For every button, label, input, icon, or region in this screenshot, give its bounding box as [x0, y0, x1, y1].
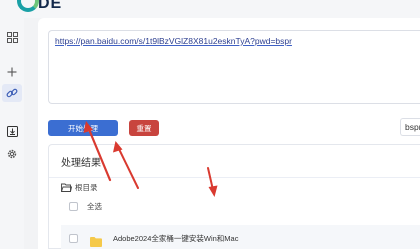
root-directory-label: 根目录	[75, 183, 98, 192]
select-all-label: 全选	[87, 202, 102, 211]
gear-icon[interactable]	[5, 147, 19, 161]
link-icon[interactable]	[2, 84, 22, 102]
results-panel: 处理结果 根目录 全选 Adobe2024全家桶一键安装Win和Mac	[48, 144, 420, 249]
select-all[interactable]: 全选	[69, 201, 102, 212]
results-divider	[49, 177, 420, 178]
results-title: 处理结果	[61, 158, 101, 169]
start-processing-button[interactable]: 开始处理	[48, 120, 118, 136]
file-row[interactable]: Adobe2024全家桶一键安装Win和Mac	[61, 225, 420, 249]
grid-icon[interactable]	[5, 30, 19, 44]
logo-text: DE	[38, 0, 63, 12]
download-box-icon[interactable]	[5, 124, 19, 138]
share-link-rest: 1t9lBzVGlZ8X81u2esknTyA?pwd=bspr	[145, 36, 292, 46]
root-directory[interactable]: 根目录	[61, 182, 98, 193]
sidebar	[0, 18, 24, 249]
app-window: DE https://pan.baidu.com/s/1t9lBzVGlZ8X8…	[0, 0, 420, 249]
logo-mark-icon	[17, 0, 39, 12]
folder-icon	[90, 234, 102, 247]
password-input[interactable]: bspr	[400, 118, 420, 136]
main-panel: https://pan.baidu.com/s/1t9lBzVGlZ8X81u2…	[38, 18, 420, 249]
select-all-checkbox[interactable]	[69, 202, 78, 211]
share-link-textarea[interactable]: https://pan.baidu.com/s/1t9lBzVGlZ8X81u2…	[48, 30, 420, 104]
folder-open-icon	[61, 183, 73, 192]
file-name: Adobe2024全家桶一键安装Win和Mac	[113, 233, 239, 243]
file-checkbox[interactable]	[69, 233, 78, 243]
top-header: DE	[0, 0, 420, 18]
share-link-prefix: https://pan.baidu.com/s/	[55, 36, 146, 46]
reset-button[interactable]: 重置	[129, 120, 159, 136]
plus-icon[interactable]	[5, 65, 19, 79]
